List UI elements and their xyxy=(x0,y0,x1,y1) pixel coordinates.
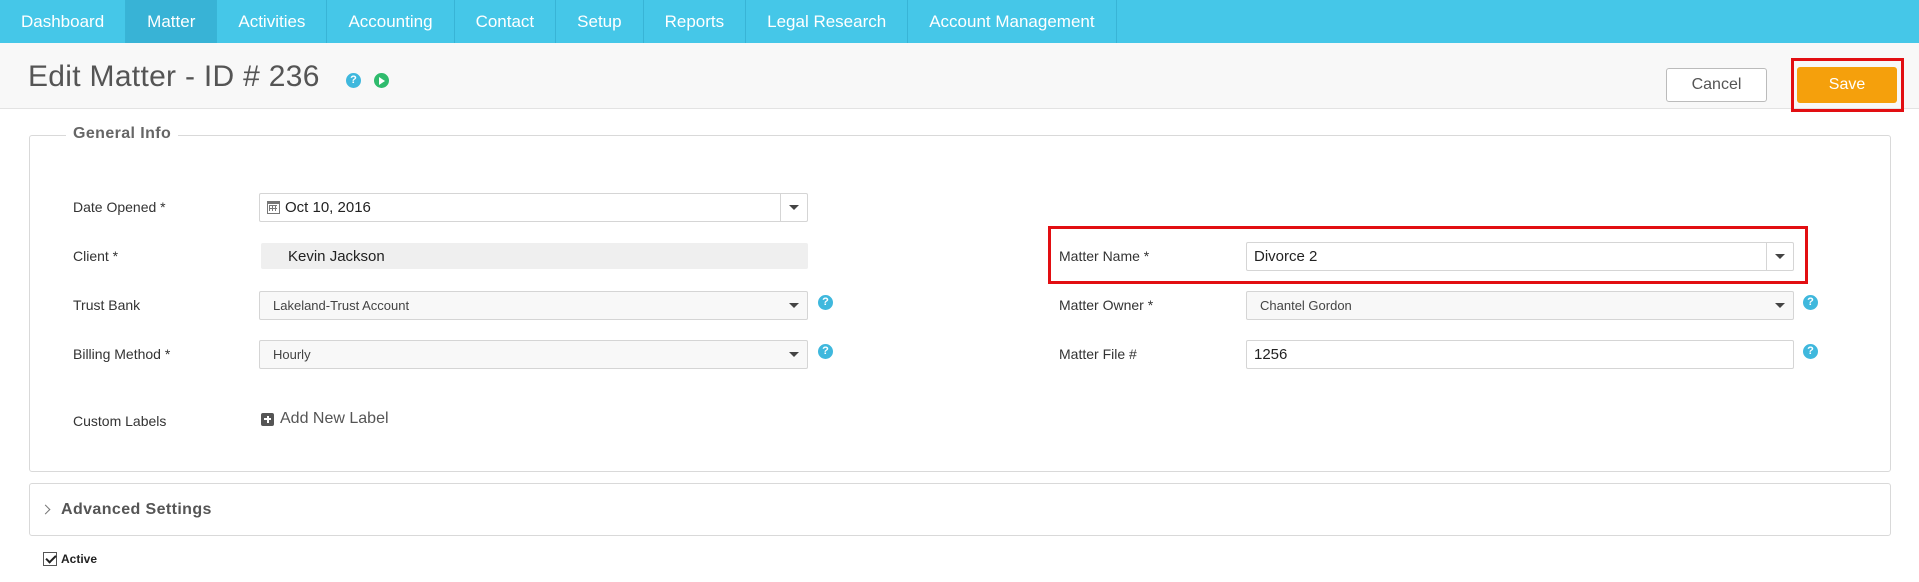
client-label: Client * xyxy=(73,248,119,264)
active-label: Active xyxy=(61,552,98,566)
advanced-settings-toggle[interactable]: Advanced Settings xyxy=(29,483,1891,536)
caret-down-icon xyxy=(1774,303,1785,308)
matter-name-dropdown-toggle[interactable] xyxy=(1766,243,1793,270)
nav-item-activities[interactable]: Activities xyxy=(217,0,328,43)
date-dropdown-toggle[interactable] xyxy=(780,194,807,221)
nav-item-matter[interactable]: Matter xyxy=(126,0,218,43)
caret-down-icon xyxy=(788,303,799,308)
date-opened-label: Date Opened * xyxy=(73,199,166,215)
matter-name-value: Divorce 2 xyxy=(1254,248,1318,265)
matter-owner-value: Chantel Gordon xyxy=(1260,298,1352,313)
billing-method-label: Billing Method * xyxy=(73,346,171,362)
caret-down-icon xyxy=(789,205,799,210)
client-field: Kevin Jackson xyxy=(261,243,808,269)
active-checkbox[interactable] xyxy=(43,552,57,566)
nav-item-setup[interactable]: Setup xyxy=(556,0,644,43)
calendar-icon xyxy=(267,201,280,214)
page-title: Edit Matter - ID # 236 xyxy=(28,60,320,93)
caret-down-icon xyxy=(788,352,799,357)
trust-bank-value: Lakeland-Trust Account xyxy=(273,298,410,313)
general-info-legend: General Info xyxy=(66,125,179,143)
trust-bank-select[interactable]: Lakeland-Trust Account xyxy=(259,291,808,320)
matter-name-field[interactable]: Divorce 2 xyxy=(1246,242,1794,271)
advanced-settings-label: Advanced Settings xyxy=(61,500,212,518)
nav-item-legal-research[interactable]: Legal Research xyxy=(746,0,909,43)
date-opened-field[interactable]: Oct 10, 2016 xyxy=(259,193,808,222)
nav-item-reports[interactable]: Reports xyxy=(644,0,747,43)
matter-name-label: Matter Name * xyxy=(1059,248,1150,264)
billing-method-select[interactable]: Hourly xyxy=(259,340,808,369)
add-new-label-text: Add New Label xyxy=(280,410,389,427)
custom-labels-label: Custom Labels xyxy=(73,413,167,429)
cancel-button[interactable]: Cancel xyxy=(1666,68,1767,102)
matter-owner-label: Matter Owner * xyxy=(1059,297,1154,313)
trust-bank-help-icon[interactable]: ? xyxy=(818,295,833,310)
play-icon[interactable] xyxy=(374,73,389,88)
matter-file-input[interactable]: 1256 xyxy=(1246,340,1794,369)
billing-method-help-icon[interactable]: ? xyxy=(818,344,833,359)
matter-file-help-icon[interactable]: ? xyxy=(1803,344,1818,359)
date-opened-value: Oct 10, 2016 xyxy=(285,199,371,216)
nav-item-accounting[interactable]: Accounting xyxy=(327,0,455,43)
save-button[interactable]: Save xyxy=(1797,67,1897,103)
matter-owner-select[interactable]: Chantel Gordon xyxy=(1246,291,1794,320)
nav-item-dashboard[interactable]: Dashboard xyxy=(0,0,127,43)
client-value: Kevin Jackson xyxy=(288,247,385,265)
nav-item-account-management[interactable]: Account Management xyxy=(908,0,1117,43)
matter-owner-help-icon[interactable]: ? xyxy=(1803,295,1818,310)
add-new-label-button[interactable]: Add New Label xyxy=(261,410,389,428)
matter-file-value: 1256 xyxy=(1254,346,1288,363)
main-nav: Dashboard Matter Activities Accounting C… xyxy=(0,0,1919,43)
plus-square-icon xyxy=(261,412,274,426)
caret-down-icon xyxy=(1775,254,1785,259)
billing-method-value: Hourly xyxy=(273,347,311,362)
matter-file-label: Matter File # xyxy=(1059,346,1137,362)
trust-bank-label: Trust Bank xyxy=(73,297,141,313)
nav-item-contact[interactable]: Contact xyxy=(455,0,557,43)
help-icon[interactable]: ? xyxy=(346,73,361,88)
chevron-right-icon xyxy=(40,504,51,515)
